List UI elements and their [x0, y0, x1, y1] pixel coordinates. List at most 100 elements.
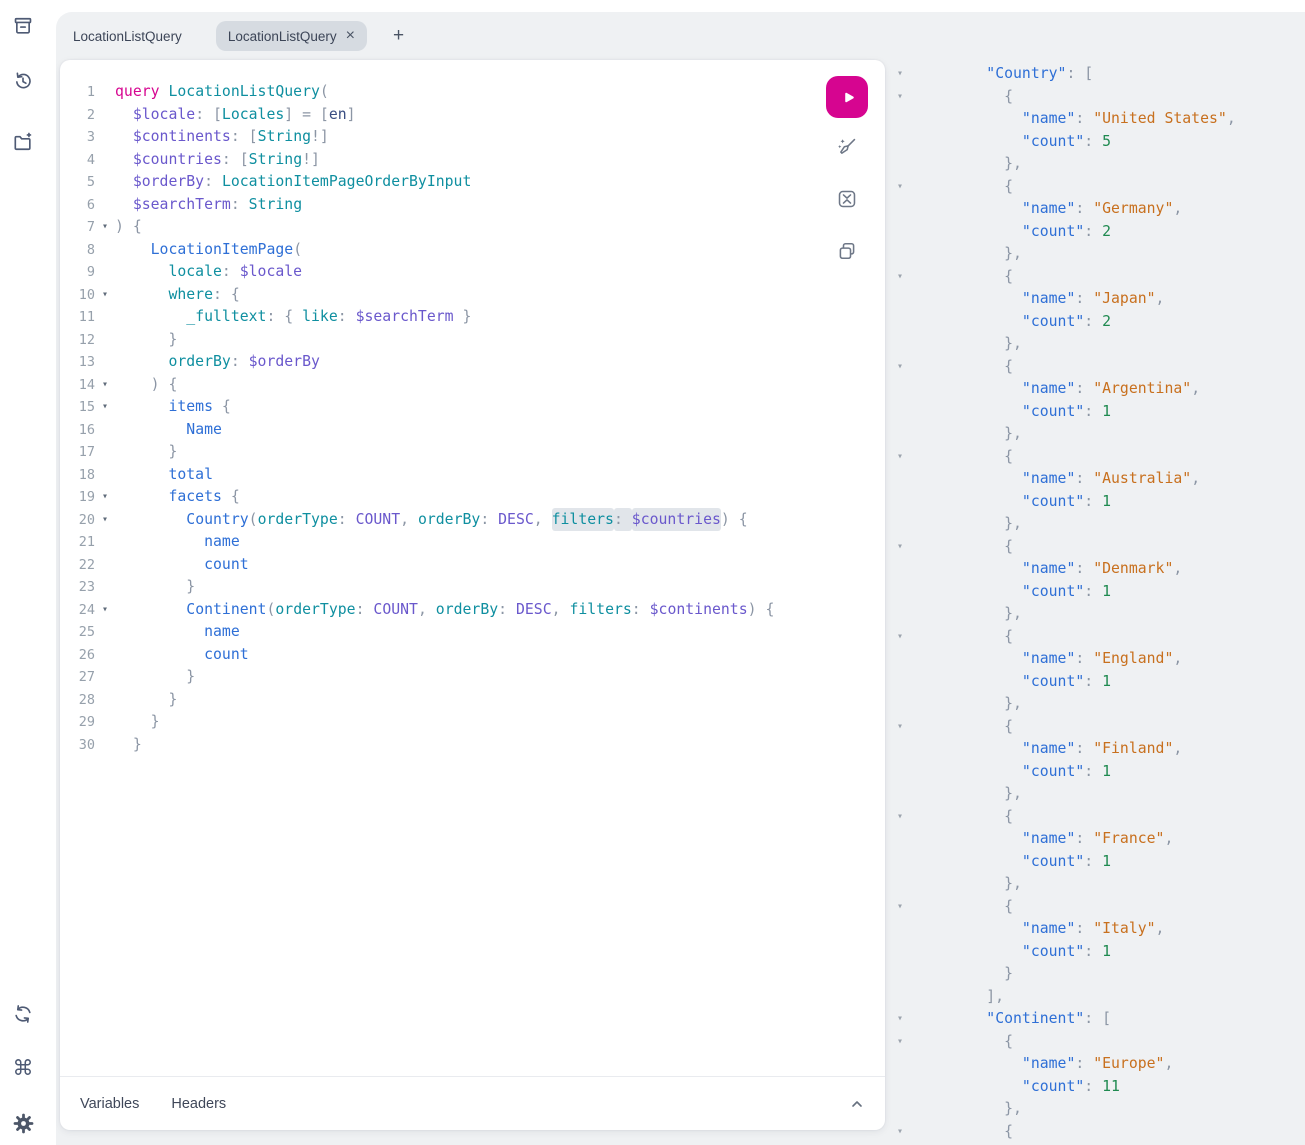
- line-number: 13: [60, 351, 95, 374]
- code-line[interactable]: 27 }: [60, 666, 885, 689]
- response-text: {: [915, 716, 1013, 739]
- close-icon[interactable]: ×: [346, 28, 355, 44]
- fold-spacer: [885, 648, 915, 671]
- fold-arrow-icon[interactable]: ▾: [95, 599, 115, 622]
- code-line[interactable]: 21 name: [60, 531, 885, 554]
- code-line[interactable]: 19▾ facets {: [60, 486, 885, 509]
- tab-location-list-query-2[interactable]: LocationListQuery ×: [216, 21, 367, 51]
- add-tab-button[interactable]: +: [389, 25, 408, 47]
- line-number: 6: [60, 194, 95, 217]
- docs-icon[interactable]: [11, 14, 35, 38]
- keyboard-shortcuts-icon[interactable]: ⌘: [11, 1056, 35, 1080]
- fold-arrow-icon[interactable]: ▾: [885, 63, 915, 86]
- code-text: facets {: [115, 486, 240, 509]
- tab-headers[interactable]: Headers: [171, 1096, 226, 1112]
- fold-arrow-icon[interactable]: ▾: [885, 86, 915, 109]
- fold-arrow-icon[interactable]: ▾: [95, 396, 115, 419]
- fold-arrow-icon[interactable]: ▾: [885, 716, 915, 739]
- new-collection-icon[interactable]: [11, 130, 35, 154]
- fold-arrow-icon[interactable]: ▾: [885, 1031, 915, 1054]
- code-line[interactable]: 5 $orderBy: LocationItemPageOrderByInput: [60, 171, 885, 194]
- code-text: count: [115, 554, 249, 577]
- line-number: 3: [60, 126, 95, 149]
- code-line[interactable]: 20▾ Country(orderType: COUNT, orderBy: D…: [60, 509, 885, 532]
- fold-arrow-icon[interactable]: ▾: [95, 509, 115, 532]
- tab-location-list-query-1[interactable]: LocationListQuery: [61, 21, 194, 51]
- code-line[interactable]: 26 count: [60, 644, 885, 667]
- fold-arrow-icon[interactable]: ▾: [95, 216, 115, 239]
- fold-spacer: [885, 513, 915, 536]
- fold-spacer: [885, 288, 915, 311]
- tab-bar: LocationListQuery LocationListQuery × +: [61, 20, 408, 52]
- code-line[interactable]: 16 Name: [60, 419, 885, 442]
- merge-fragments-icon[interactable]: [835, 187, 859, 211]
- line-number: 26: [60, 644, 95, 667]
- fold-arrow-icon[interactable]: ▾: [885, 266, 915, 289]
- code-line[interactable]: 28 }: [60, 689, 885, 712]
- response-line: ],: [885, 986, 1305, 1009]
- response-line: ▾ {: [885, 896, 1305, 919]
- fold-spacer: [885, 491, 915, 514]
- code-line[interactable]: 2 $locale: [Locales] = [en]: [60, 104, 885, 127]
- code-text: locale: $locale: [115, 261, 302, 284]
- code-line[interactable]: 18 total: [60, 464, 885, 487]
- fold-arrow-icon[interactable]: ▾: [885, 356, 915, 379]
- line-number: 11: [60, 306, 95, 329]
- code-line[interactable]: 11 _fulltext: { like: $searchTerm }: [60, 306, 885, 329]
- response-text: {: [915, 176, 1013, 199]
- prettify-icon[interactable]: [835, 135, 859, 159]
- code-text: $searchTerm: String: [115, 194, 302, 217]
- code-line[interactable]: 3 $continents: [String!]: [60, 126, 885, 149]
- refetch-schema-icon[interactable]: [11, 1002, 35, 1026]
- response-line: ▾ {: [885, 86, 1305, 109]
- code-line[interactable]: 4 $countries: [String!]: [60, 149, 885, 172]
- history-icon[interactable]: [11, 69, 35, 93]
- code-line[interactable]: 8 LocationItemPage(: [60, 239, 885, 262]
- fold-arrow-icon[interactable]: ▾: [95, 486, 115, 509]
- fold-spacer: [95, 711, 115, 734]
- fold-arrow-icon[interactable]: ▾: [885, 896, 915, 919]
- fold-spacer: [885, 986, 915, 1009]
- fold-arrow-icon[interactable]: ▾: [885, 446, 915, 469]
- fold-arrow-icon[interactable]: ▾: [95, 284, 115, 307]
- code-line[interactable]: 1query LocationListQuery(: [60, 81, 885, 104]
- response-line: "count": 1: [885, 401, 1305, 424]
- code-line[interactable]: 23 }: [60, 576, 885, 599]
- line-number: 2: [60, 104, 95, 127]
- response-text: {: [915, 1031, 1013, 1054]
- code-line[interactable]: 25 name: [60, 621, 885, 644]
- response-text: },: [915, 1098, 1022, 1121]
- response-text: "count": 1: [915, 671, 1111, 694]
- code-line[interactable]: 12 }: [60, 329, 885, 352]
- fold-arrow-icon[interactable]: ▾: [95, 374, 115, 397]
- code-line[interactable]: 15▾ items {: [60, 396, 885, 419]
- collapse-editor-tools-button[interactable]: [849, 1096, 865, 1112]
- code-line[interactable]: 29 }: [60, 711, 885, 734]
- fold-arrow-icon[interactable]: ▾: [885, 536, 915, 559]
- code-line[interactable]: 24▾ Continent(orderType: COUNT, orderBy:…: [60, 599, 885, 622]
- code-line[interactable]: 14▾ ) {: [60, 374, 885, 397]
- copy-query-icon[interactable]: [835, 239, 859, 263]
- tab-variables[interactable]: Variables: [80, 1096, 139, 1112]
- fold-spacer: [885, 131, 915, 154]
- execute-query-button[interactable]: [826, 76, 868, 118]
- fold-arrow-icon[interactable]: ▾: [885, 176, 915, 199]
- query-editor[interactable]: 1query LocationListQuery(2 $locale: [Loc…: [60, 60, 885, 1076]
- fold-arrow-icon[interactable]: ▾: [885, 626, 915, 649]
- fold-spacer: [95, 194, 115, 217]
- response-text: "count": 1: [915, 401, 1111, 424]
- code-line[interactable]: 13 orderBy: $orderBy: [60, 351, 885, 374]
- response-text: },: [915, 693, 1022, 716]
- code-line[interactable]: 30 }: [60, 734, 885, 757]
- code-line[interactable]: 7▾) {: [60, 216, 885, 239]
- fold-arrow-icon[interactable]: ▾: [885, 1121, 915, 1144]
- code-line[interactable]: 10▾ where: {: [60, 284, 885, 307]
- fold-arrow-icon[interactable]: ▾: [885, 806, 915, 829]
- code-line[interactable]: 22 count: [60, 554, 885, 577]
- settings-icon[interactable]: [11, 1111, 35, 1135]
- fold-arrow-icon[interactable]: ▾: [885, 1008, 915, 1031]
- code-line[interactable]: 9 locale: $locale: [60, 261, 885, 284]
- fold-spacer: [885, 1053, 915, 1076]
- code-line[interactable]: 17 }: [60, 441, 885, 464]
- code-line[interactable]: 6 $searchTerm: String: [60, 194, 885, 217]
